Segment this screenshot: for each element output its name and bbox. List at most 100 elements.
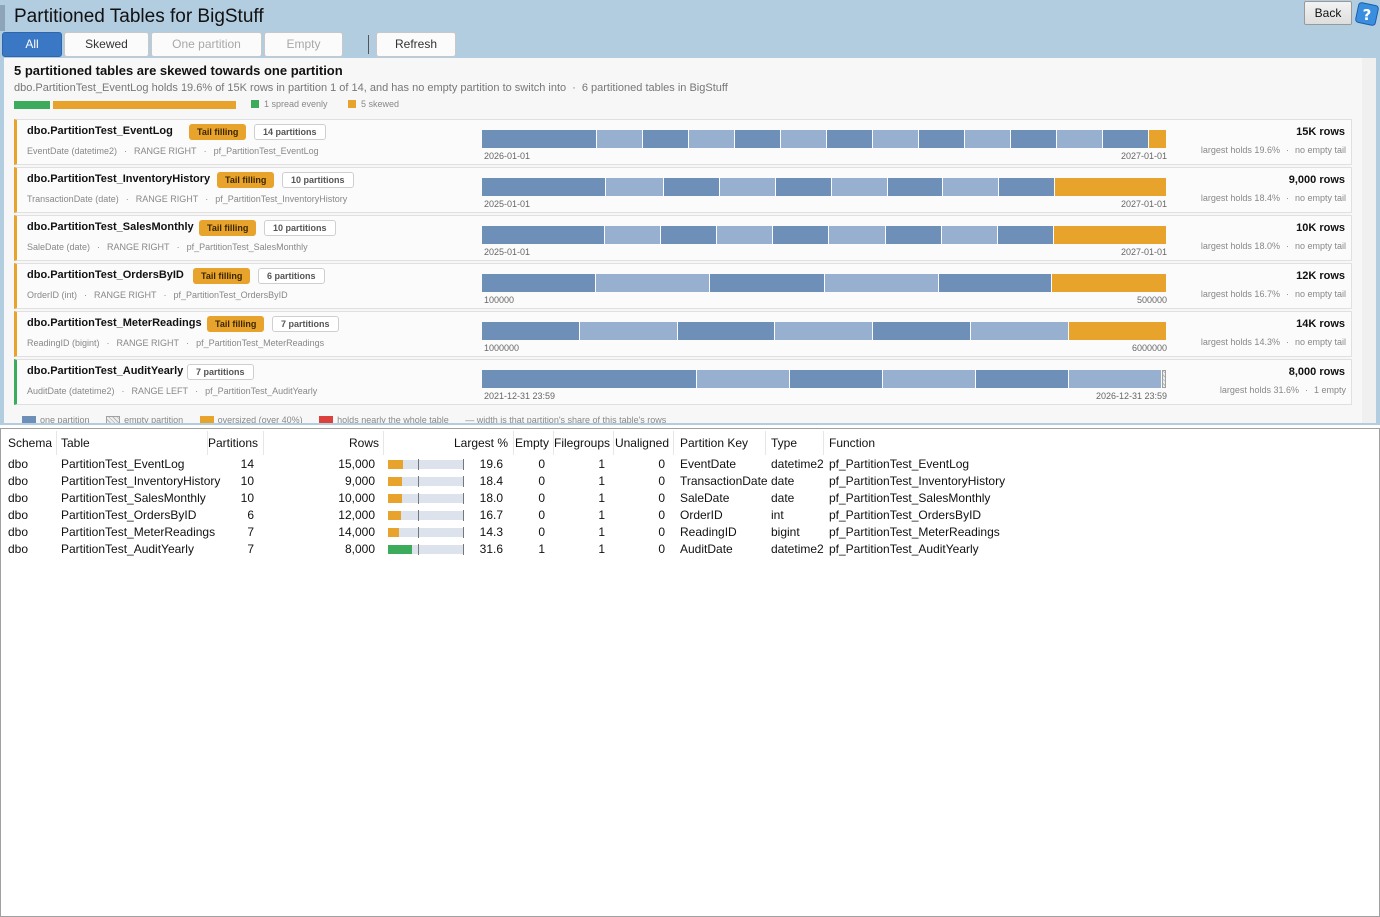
partition-segment[interactable] (776, 178, 831, 196)
partition-segment[interactable] (606, 178, 663, 196)
partition-segment[interactable] (919, 130, 964, 148)
partition-segment[interactable] (661, 226, 716, 244)
column-divider[interactable] (673, 431, 674, 455)
table-row[interactable]: dbo PartitionTest_InventoryHistory 10 9,000… (1, 474, 1379, 491)
partition-segment[interactable] (717, 226, 772, 244)
column-header-rows[interactable]: Rows (263, 436, 379, 450)
partition-segment[interactable] (873, 322, 970, 340)
column-divider[interactable] (56, 431, 57, 455)
partition-card[interactable]: dbo.PartitionTest_OrdersByID Tail filling… (14, 263, 1352, 309)
partition-segment[interactable] (710, 274, 824, 292)
partition-segment[interactable] (873, 130, 918, 148)
partition-segment[interactable] (998, 226, 1053, 244)
cell-empty: 0 (538, 457, 545, 471)
partition-segment[interactable] (482, 226, 604, 244)
partition-segment[interactable] (605, 226, 660, 244)
partition-segment[interactable] (482, 370, 696, 388)
tab-empty[interactable]: Empty (264, 32, 343, 57)
partition-segment[interactable] (596, 274, 709, 292)
partition-segment[interactable] (482, 274, 595, 292)
partition-segment[interactable] (883, 370, 975, 388)
partition-segment[interactable] (1057, 130, 1102, 148)
partition-segment[interactable] (943, 178, 998, 196)
table-row[interactable]: dbo PartitionTest_MeterReadings 7 14,000 14.… (1, 525, 1379, 542)
partition-segment[interactable] (482, 130, 596, 148)
partition-segment[interactable] (482, 322, 579, 340)
partition-segment[interactable] (1054, 226, 1166, 244)
table-row[interactable]: dbo PartitionTest_SalesMonthly 10 10,000 18.… (1, 491, 1379, 508)
column-header-largest[interactable]: Largest % (384, 436, 508, 450)
cell-rows: 12,000 (338, 508, 375, 522)
partition-segment[interactable] (678, 322, 774, 340)
partition-segment[interactable] (825, 274, 938, 292)
partition-strip (482, 178, 1166, 196)
partition-segment[interactable] (1011, 130, 1056, 148)
strip-upper-bound: 2027-01-01 (1120, 151, 1167, 161)
partition-segment[interactable] (1069, 322, 1166, 340)
column-header-unaligned[interactable]: Unaligned (614, 436, 669, 450)
partition-segment[interactable] (886, 226, 941, 244)
column-divider[interactable] (823, 431, 824, 455)
partition-card[interactable]: dbo.PartitionTest_MeterReadings Tail fill… (14, 311, 1352, 357)
cell-empty: 0 (538, 474, 545, 488)
partition-segment[interactable] (1069, 370, 1161, 388)
partition-segment[interactable] (939, 274, 1051, 292)
column-header-partitions[interactable]: Partitions (208, 436, 258, 450)
partition-segment[interactable] (482, 178, 605, 196)
threshold-tick (418, 493, 419, 504)
partition-segment[interactable] (888, 178, 942, 196)
column-header-partition-key[interactable]: Partition Key (680, 436, 766, 450)
tab-all[interactable]: All (2, 32, 62, 57)
strip-lower-bound: 2025-01-01 (484, 199, 531, 209)
partition-segment[interactable] (965, 130, 1010, 148)
refresh-button[interactable]: Refresh (376, 32, 456, 57)
largest-share-fill (388, 528, 399, 537)
partition-card[interactable]: dbo.PartitionTest_InventoryHistory Tail f… (14, 167, 1352, 213)
card-row-count: 15K rows (1296, 126, 1345, 138)
partition-segment[interactable] (1149, 130, 1166, 148)
partition-segment[interactable] (580, 322, 677, 340)
partition-segment[interactable] (775, 322, 872, 340)
partition-segment[interactable] (781, 130, 826, 148)
partition-segment[interactable] (976, 370, 1068, 388)
cards-scrollbar[interactable] (1362, 58, 1376, 423)
partition-segment[interactable] (1052, 274, 1166, 292)
partition-segment[interactable] (790, 370, 882, 388)
partition-card[interactable]: dbo.PartitionTest_SalesMonthly Tail filli… (14, 215, 1352, 261)
table-row[interactable]: dbo PartitionTest_OrdersByID 6 12,000 16.7 0 1… (1, 508, 1379, 525)
column-header-empty[interactable]: Empty (513, 436, 549, 450)
partition-card[interactable]: dbo.PartitionTest_AuditYearly 7 partition… (14, 359, 1352, 405)
column-header-function[interactable]: Function (829, 436, 1029, 450)
partition-segment[interactable] (1162, 370, 1166, 388)
tab-skewed[interactable]: Skewed (64, 32, 149, 57)
largest-share-bar (388, 510, 464, 521)
column-header-filegroups[interactable]: Filegroups (554, 436, 610, 450)
table-row[interactable]: dbo PartitionTest_EventLog 14 15,000 19.6 0 1 0… (1, 457, 1379, 474)
tab-one-partition[interactable]: One partition (151, 32, 262, 57)
partition-segment[interactable] (735, 130, 780, 148)
table-row[interactable]: dbo PartitionTest_AuditYearly 7 8,000 31.6 1 1… (1, 542, 1379, 559)
partition-card[interactable]: dbo.PartitionTest_EventLog Tail filling 14… (14, 119, 1352, 165)
partition-segment[interactable] (720, 178, 775, 196)
partition-segment[interactable] (832, 178, 887, 196)
partition-segment[interactable] (643, 130, 688, 148)
partition-segment[interactable] (664, 178, 719, 196)
help-question-icon[interactable]: ? (1354, 1, 1380, 27)
partition-segment[interactable] (942, 226, 997, 244)
column-header-schema[interactable]: Schema (8, 436, 53, 450)
partition-segment[interactable] (773, 226, 828, 244)
partition-segment[interactable] (597, 130, 642, 148)
partition-segment[interactable] (971, 322, 1068, 340)
partition-segment[interactable] (999, 178, 1054, 196)
partition-segment[interactable] (1103, 130, 1148, 148)
column-header-table[interactable]: Table (61, 436, 206, 450)
meta-range: RANGE RIGHT (107, 242, 170, 252)
back-button[interactable]: Back (1304, 1, 1352, 25)
cell-schema: dbo (8, 491, 29, 505)
partition-segment[interactable] (689, 130, 734, 148)
partition-segment[interactable] (1055, 178, 1166, 196)
column-header-type[interactable]: Type (771, 436, 823, 450)
partition-segment[interactable] (829, 226, 885, 244)
partition-segment[interactable] (697, 370, 789, 388)
partition-segment[interactable] (827, 130, 872, 148)
